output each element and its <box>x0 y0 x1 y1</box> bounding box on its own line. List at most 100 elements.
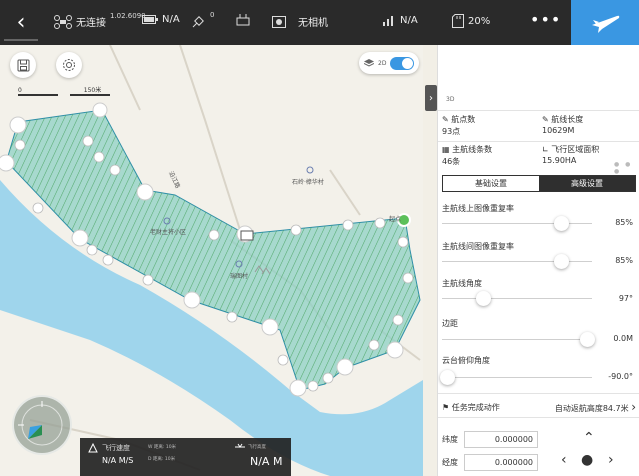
main-line-count: ▦ 主航线条数 46条 <box>442 144 492 167</box>
route-length-value: 10629M <box>542 126 575 135</box>
scale-start: 0 <box>18 87 22 94</box>
scale-end: 150米 <box>83 87 102 94</box>
hd-signal-icon <box>383 16 393 26</box>
connection-status-text: 无连接 <box>76 18 106 29</box>
area-label: 飞行区域面积 <box>551 145 600 154</box>
param-value: 97° <box>618 294 633 303</box>
signal-status: N/A <box>382 14 418 26</box>
camera-icon <box>272 15 286 28</box>
grid-icon: ▦ <box>442 145 450 154</box>
airplane-icon <box>592 15 620 33</box>
compass-widget <box>12 395 72 455</box>
pencil-icon: ✎ <box>542 115 549 124</box>
area-value: 15.90HA <box>542 156 577 165</box>
speed-icon <box>88 443 98 453</box>
param-label: 主航线角度 <box>442 279 482 288</box>
param-value: -90.0° <box>608 372 633 381</box>
chevron-left-icon: ‹ <box>16 10 26 35</box>
mission-settings-button[interactable] <box>56 52 82 78</box>
more-menu-button[interactable]: ••• <box>530 10 561 29</box>
longitude-input[interactable]: 0.000000 <box>464 454 538 471</box>
storage-status: 20% <box>452 14 490 28</box>
layers-icon <box>364 59 374 67</box>
tiny-readout-1: W 距离: 10米 <box>148 445 177 450</box>
slider-knob[interactable] <box>476 291 491 306</box>
param-value: 85% <box>615 218 633 227</box>
storage-value: 20% <box>468 15 491 27</box>
route-length-label: 航线长度 <box>551 115 584 124</box>
camera-label: 无相机 <box>298 18 328 29</box>
fly-button[interactable] <box>571 0 639 45</box>
satellite-status: 0 <box>192 11 215 28</box>
collapse-panel-button[interactable]: › <box>425 85 437 111</box>
save-mission-button[interactable] <box>10 52 36 78</box>
tab-advanced-settings[interactable]: 高级设置 <box>539 176 635 191</box>
pencil-icon: ✎ <box>442 115 449 124</box>
action-value: 自动返航高度84.7米 <box>554 404 629 413</box>
back-button[interactable]: ‹ <box>0 0 42 45</box>
satellite-icon <box>192 16 204 28</box>
connection-sub-text: 1.02.6090 <box>110 11 146 20</box>
waypoint-count-value: 93点 <box>442 127 461 136</box>
slider-knob[interactable] <box>554 216 569 231</box>
battery-value: N/A <box>162 14 180 25</box>
altitude-icon <box>235 443 245 448</box>
slider-side-overlap[interactable] <box>442 254 592 269</box>
tab-basic-settings[interactable]: 基础设置 <box>443 176 539 191</box>
center-dot-icon[interactable]: ● <box>581 452 593 468</box>
param-label: 主航线上图像重复率 <box>442 204 514 213</box>
route-length: ✎ 航线长度 10629M <box>542 114 583 135</box>
slider-knob[interactable] <box>554 254 569 269</box>
drone-icon <box>54 14 72 29</box>
slider-route-angle[interactable] <box>442 291 592 306</box>
settings-tabs: 基础设置 高级设置 <box>442 175 636 192</box>
remote-controller-icon <box>236 14 250 26</box>
area-icon: ∟ <box>542 145 549 154</box>
param-label: 边距 <box>442 319 458 328</box>
slider-margin[interactable] <box>442 332 595 347</box>
longitude-label: 经度 <box>442 458 458 467</box>
tiny-readout-2: D 距离: 10米 <box>148 457 176 462</box>
chevron-right-icon: › <box>631 400 636 414</box>
toggle-2d-switch[interactable] <box>390 56 415 70</box>
main-lines-value: 46条 <box>442 157 461 166</box>
chevron-right-icon: › <box>429 92 433 104</box>
chevron-right-icon[interactable]: › <box>608 452 614 468</box>
telemetry-bar: 飞行速度 N/A M/S W 距离: 10米 D 距离: 10米 飞行高度 N/… <box>80 438 291 476</box>
latitude-row: 纬度 0.000000 <box>442 431 538 448</box>
satellite-count: 0 <box>210 11 215 19</box>
longitude-row: 经度 0.000000 <box>442 454 538 471</box>
map-label-start: 起点 <box>389 216 402 223</box>
mission-panel: 3D ✎ 航点数 93点 ✎ 航线长度 10629M ▦ 主航线条数 46条 ∟… <box>437 45 639 476</box>
battery-icon <box>142 15 158 24</box>
slider-knob[interactable] <box>580 332 595 347</box>
param-label: 云台俯仰角度 <box>442 356 490 365</box>
slider-gimbal-pitch[interactable] <box>440 370 592 385</box>
view-2d-toggle[interactable]: 2D <box>359 52 420 74</box>
mission-end-action[interactable]: ⚑ 任务完成动作 自动返航高度84.7米 › <box>442 400 636 414</box>
main-lines-label: 主航线条数 <box>452 145 493 154</box>
signal-value: N/A <box>400 14 418 26</box>
chevron-up-icon[interactable]: ⌃ <box>583 430 595 446</box>
action-label: 任务完成动作 <box>451 402 500 412</box>
waypoint-count-label: 航点数 <box>451 115 476 124</box>
latitude-input[interactable]: 0.000000 <box>464 431 538 448</box>
map-label-place-a: 老财主将小区 <box>150 229 187 236</box>
connection-status: 无连接 1.02.6090 <box>54 11 146 29</box>
sd-card-icon <box>452 14 464 28</box>
save-icon <box>17 59 29 71</box>
flag-icon: ⚑ <box>442 402 450 412</box>
home-marker <box>240 230 254 241</box>
param-value: 0.0M <box>613 334 633 343</box>
latitude-label: 纬度 <box>442 435 458 444</box>
panel-3d-label: 3D <box>446 96 455 103</box>
height-label: 飞行高度 <box>248 445 266 450</box>
compass-icon <box>18 401 63 446</box>
param-label: 主航线间图像重复率 <box>442 242 514 251</box>
slider-front-overlap[interactable] <box>442 216 592 231</box>
waypoint-count: ✎ 航点数 93点 <box>442 114 475 137</box>
slider-knob[interactable] <box>440 370 455 385</box>
camera-status: 无相机 <box>272 14 328 29</box>
chevron-left-icon[interactable]: ‹ <box>561 452 567 468</box>
height-value: N/A M <box>250 455 283 468</box>
